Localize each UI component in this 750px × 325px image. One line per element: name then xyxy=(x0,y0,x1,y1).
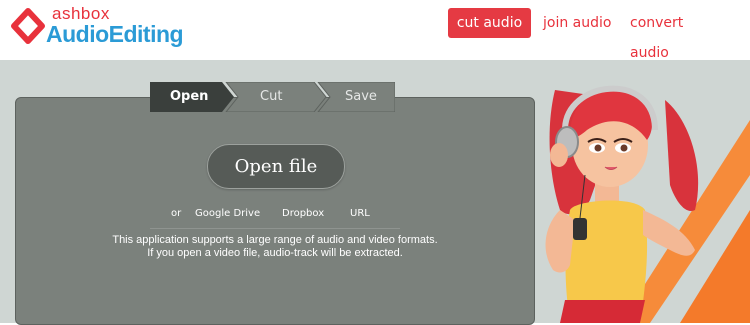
logo[interactable]: ashbox AudioEditing xyxy=(8,4,208,52)
girl-with-headphones-illustration xyxy=(545,85,699,323)
step-indicator: Open Cut Save xyxy=(150,82,395,112)
step-cut[interactable]: Cut xyxy=(260,82,282,112)
nav-join-audio[interactable]: join audio xyxy=(543,8,613,38)
open-file-button[interactable]: Open file xyxy=(207,144,345,189)
nav-convert-audio[interactable]: convert audio xyxy=(630,8,725,61)
info-line-1: This application supports a large range … xyxy=(112,234,438,246)
nav-cut-audio[interactable]: cut audio xyxy=(448,8,531,38)
google-drive-link[interactable]: Google Drive xyxy=(195,206,260,222)
logo-mark-icon xyxy=(11,8,45,44)
info-line-2: If you open a video file, audio-track wi… xyxy=(147,247,403,259)
editor-panel xyxy=(15,97,535,325)
logo-text-bottom: AudioEditing xyxy=(46,21,184,47)
top-bar: ashbox AudioEditing cut audio join audio… xyxy=(0,0,750,61)
dropbox-link[interactable]: Dropbox xyxy=(282,206,324,222)
or-label: or xyxy=(171,208,182,219)
step-open[interactable]: Open xyxy=(170,82,208,112)
divider xyxy=(150,228,400,229)
info-text: This application supports a large range … xyxy=(60,234,490,260)
step-save[interactable]: Save xyxy=(345,82,377,112)
url-link[interactable]: URL xyxy=(350,206,370,222)
